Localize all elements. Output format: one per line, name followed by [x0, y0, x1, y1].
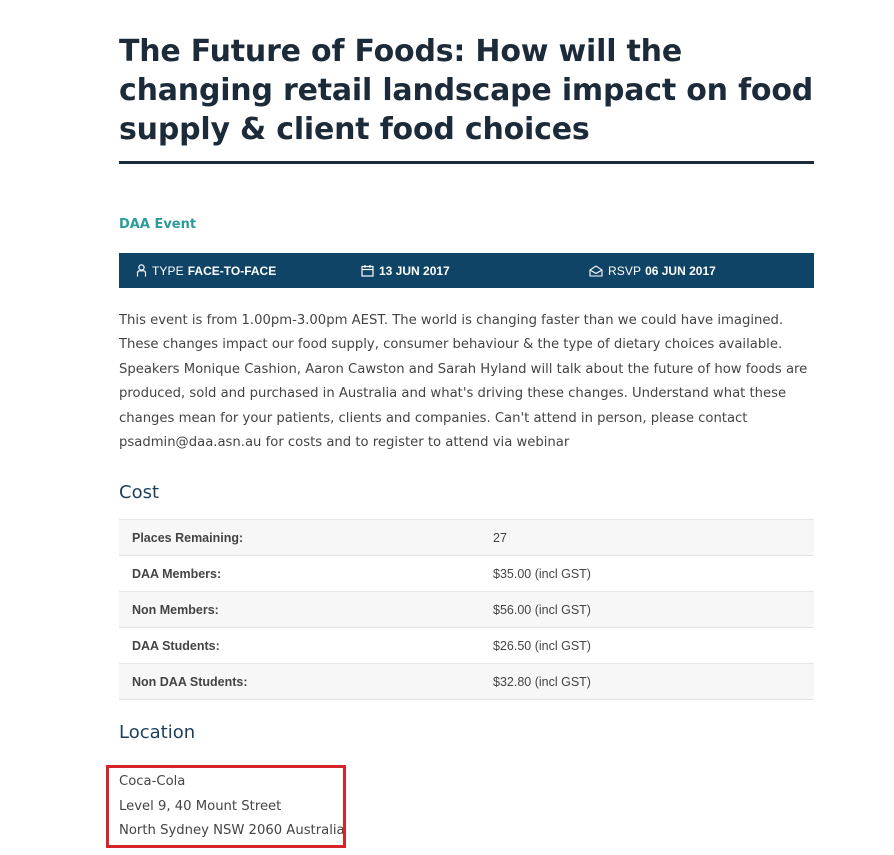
event-date: 13 JUN 2017 [361, 253, 450, 288]
cost-heading: Cost [119, 482, 160, 504]
event-rsvp-value: 06 JUN 2017 [645, 263, 716, 278]
table-row: DAA Members: $35.00 (incl GST) [119, 555, 814, 592]
cost-label: DAA Students: [132, 638, 220, 653]
event-type: TYPE FACE-TO-FACE [136, 253, 276, 288]
location-highlight-box [106, 765, 346, 848]
table-row: DAA Students: $26.50 (incl GST) [119, 627, 814, 664]
calendar-icon [361, 264, 374, 277]
table-row: Non Members: $56.00 (incl GST) [119, 591, 814, 628]
event-type-value: FACE-TO-FACE [187, 263, 277, 278]
event-description: This event is from 1.00pm-3.00pm AEST. T… [119, 313, 808, 451]
table-row: Non DAA Students: $32.80 (incl GST) [119, 663, 814, 700]
event-rsvp: RSVP 06 JUN 2017 [589, 253, 716, 288]
envelope-open-icon [589, 264, 603, 277]
cost-label: Places Remaining: [132, 530, 244, 545]
cost-value: $56.00 (incl GST) [493, 602, 591, 617]
cost-label: DAA Members: [132, 566, 222, 581]
event-rsvp-label: RSVP [608, 263, 642, 278]
cost-value: 27 [493, 530, 507, 545]
cost-label: Non DAA Students: [132, 674, 248, 689]
event-category-tag[interactable]: DAA Event [119, 217, 814, 232]
event-info-bar: TYPE FACE-TO-FACE 13 JUN 2017 RSVP 06 JU… [119, 253, 814, 288]
cost-table: Places Remaining: 27 DAA Members: $35.00… [119, 519, 814, 700]
page-title: The Future of Foods: How will the changi… [119, 34, 814, 147]
table-row: Places Remaining: 27 [119, 519, 814, 556]
person-icon [136, 264, 147, 277]
title-divider [119, 161, 814, 164]
location-heading: Location [119, 722, 196, 744]
cost-value: $26.50 (incl GST) [493, 638, 591, 653]
cost-value: $35.00 (incl GST) [493, 566, 591, 581]
cost-label: Non Members: [132, 602, 219, 617]
cost-value: $32.80 (incl GST) [493, 674, 591, 689]
event-date-value: 13 JUN 2017 [379, 263, 450, 278]
event-type-label: TYPE [152, 263, 184, 278]
event-page: The Future of Foods: How will the changi… [119, 0, 814, 743]
